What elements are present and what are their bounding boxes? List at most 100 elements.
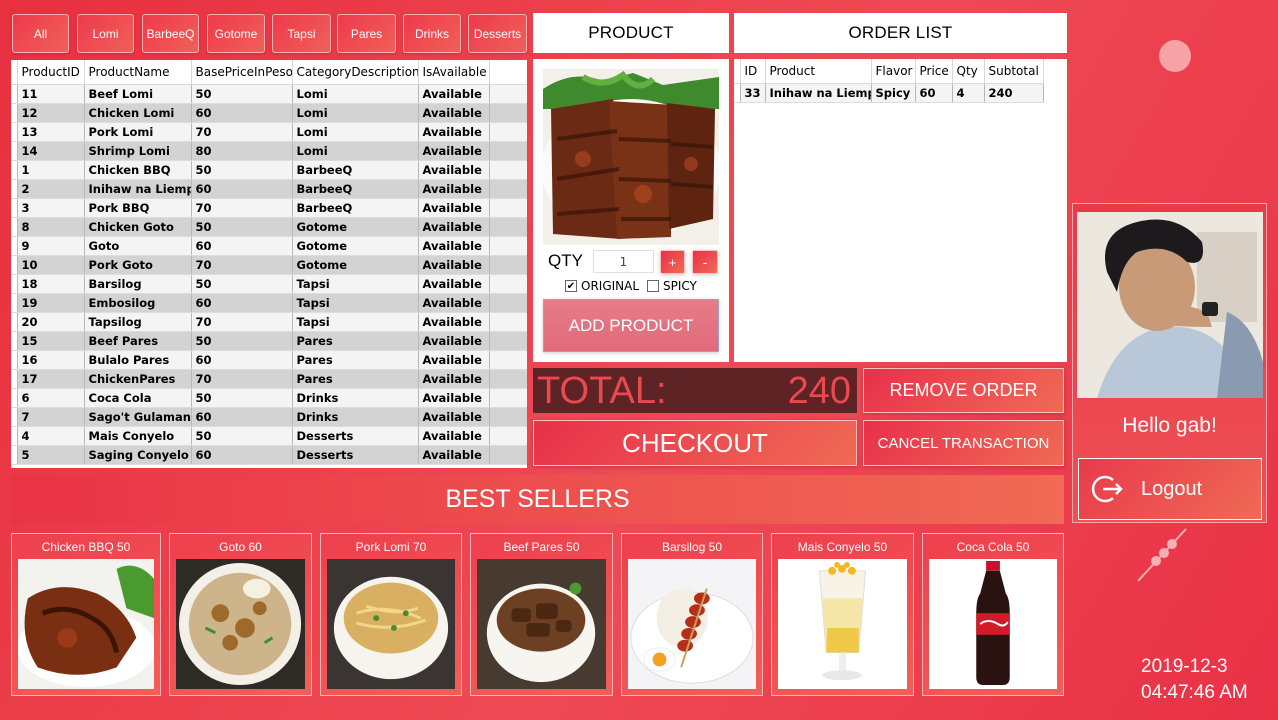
table-cell: Available xyxy=(418,274,490,294)
table-row[interactable]: 9 Goto 60 Gotome Available xyxy=(11,236,527,256)
column-header[interactable]: Flavor xyxy=(871,59,916,84)
original-checkbox[interactable]: ✔ xyxy=(565,280,577,292)
column-header[interactable]: CategoryDescription xyxy=(292,60,419,85)
filler-cell xyxy=(489,141,527,161)
best-seller-barsilog[interactable]: Barsilog 50 xyxy=(621,533,763,696)
table-row[interactable]: 1 Chicken BBQ 50 BarbeeQ Available xyxy=(11,160,527,180)
qty-increase-button[interactable]: + xyxy=(660,250,685,274)
table-row[interactable]: 11 Beef Lomi 50 Lomi Available xyxy=(11,84,527,104)
category-desserts-button[interactable]: Desserts xyxy=(468,14,527,53)
original-option[interactable]: ✔ ORIGINAL xyxy=(565,279,639,293)
table-row[interactable]: 2Inihaw na Liempo60BarbeeQAvailable xyxy=(11,179,527,199)
table-cell: Available xyxy=(418,179,490,199)
category-gotome-button[interactable]: Gotome xyxy=(207,14,265,53)
table-cell: 80 xyxy=(191,141,293,161)
order-list-header: ORDER LIST xyxy=(734,13,1067,53)
table-row[interactable]: 3 Pork BBQ 70 BarbeeQ Available xyxy=(11,198,527,218)
order-row[interactable]: 33Inihaw na LiempoSpicy604240 xyxy=(734,83,1044,103)
remove-order-button[interactable]: REMOVE ORDER xyxy=(863,368,1064,413)
category-pares-button[interactable]: Pares xyxy=(337,14,396,53)
best-seller-coca-cola[interactable]: Coca Cola 50 xyxy=(922,533,1064,696)
column-header[interactable]: ID xyxy=(740,59,766,84)
table-row[interactable]: 6 Coca Cola 50 Drinks Available xyxy=(11,388,527,408)
decorative-circle-icon xyxy=(1159,40,1191,72)
table-cell: 50 xyxy=(191,331,293,351)
column-header[interactable]: Subtotal xyxy=(984,59,1044,84)
add-product-button[interactable]: ADD PRODUCT xyxy=(543,299,719,352)
category-lomi-button[interactable]: Lomi xyxy=(77,14,134,53)
table-cell: Coca Cola xyxy=(84,388,192,408)
table-cell: 60 xyxy=(191,103,293,123)
table-row[interactable]: 20 Tapsilog 70 Tapsi Available xyxy=(11,312,527,332)
column-header[interactable]: ProductName xyxy=(84,60,192,85)
selected-product-image xyxy=(543,69,719,245)
table-row[interactable]: 5 Saging Conyelo 60 Desserts Available xyxy=(11,445,527,465)
table-cell: Gotome xyxy=(292,236,419,256)
table-cell: 60 xyxy=(191,293,293,313)
table-cell: BarbeeQ xyxy=(292,160,419,180)
table-cell: 50 xyxy=(191,274,293,294)
spicy-checkbox[interactable] xyxy=(647,280,659,292)
product-grid[interactable]: ProductID ProductName BasePriceInPeso Ca… xyxy=(11,60,527,468)
checkout-button[interactable]: CHECKOUT xyxy=(533,420,857,466)
table-row[interactable]: 16 Bulalo Pares 60 Pares Available xyxy=(11,350,527,370)
column-header[interactable]: IsAvailable xyxy=(418,60,490,85)
greeting-label: Hello gab! xyxy=(1122,414,1217,437)
spicy-option[interactable]: SPICY xyxy=(647,279,697,293)
qty-decrease-button[interactable]: - xyxy=(692,250,718,274)
column-header[interactable]: BasePriceInPeso xyxy=(191,60,293,85)
order-grid[interactable]: ID Product Flavor Price Qty Subtotal 33 I… xyxy=(734,59,1067,362)
table-cell: 12 xyxy=(17,103,85,123)
table-row[interactable]: 17 ChickenPares 70 Pares Available xyxy=(11,369,527,389)
table-row[interactable]: 19 Embosilog 60 Tapsi Available xyxy=(11,293,527,313)
best-seller-chicken-bbq[interactable]: Chicken BBQ 50 xyxy=(11,533,161,696)
logout-button[interactable]: Logout xyxy=(1078,458,1262,520)
table-cell: 240 xyxy=(984,83,1044,103)
best-seller-beef-pares[interactable]: Beef Pares 50 xyxy=(470,533,613,696)
table-row[interactable]: 14 Shrimp Lomi 80 Lomi Available xyxy=(11,141,527,161)
best-seller-label: Barsilog 50 xyxy=(661,540,723,554)
filler-cell xyxy=(489,407,527,427)
category-all-button[interactable]: All xyxy=(12,14,69,53)
category-drinks-button[interactable]: Drinks xyxy=(403,14,461,53)
best-seller-pork-lomi[interactable]: Pork Lomi 70 xyxy=(320,533,462,696)
table-row[interactable]: 18 Barsilog 50 Tapsi Available xyxy=(11,274,527,294)
table-row[interactable]: 10 Pork Goto 70 Gotome Available xyxy=(11,255,527,275)
table-cell: 60 xyxy=(191,350,293,370)
table-row[interactable]: 15 Beef Pares 50 Pares Available xyxy=(11,331,527,351)
category-tapsi-button[interactable]: Tapsi xyxy=(272,14,331,53)
avatar xyxy=(1077,212,1263,398)
table-cell: 60 xyxy=(915,83,953,103)
table-cell: 10 xyxy=(17,255,85,275)
table-row[interactable]: 4 Mais Conyelo 50 Desserts Available xyxy=(11,426,527,446)
best-seller-mais-conyelo[interactable]: Mais Conyelo 50 xyxy=(771,533,914,696)
best-seller-label: Coca Cola 50 xyxy=(956,540,1030,554)
table-cell: Available xyxy=(418,293,490,313)
table-cell: 5 xyxy=(17,445,85,465)
table-row[interactable]: 7 Sago't Gulaman 60 Drinks Available xyxy=(11,407,527,427)
table-row[interactable]: 8 Chicken Goto 50 Gotome Available xyxy=(11,217,527,237)
table-row[interactable]: 12 Chicken Lomi 60 Lomi Available xyxy=(11,103,527,123)
table-cell: 50 xyxy=(191,160,293,180)
table-cell: 14 xyxy=(17,141,85,161)
table-cell: Tapsi xyxy=(292,293,419,313)
table-cell: Barsilog xyxy=(84,274,192,294)
table-cell: Available xyxy=(418,350,490,370)
table-cell: Beef Lomi xyxy=(84,84,192,104)
chicken-bbq-photo xyxy=(18,559,154,689)
table-cell: 50 xyxy=(191,388,293,408)
table-cell: 11 xyxy=(17,84,85,104)
table-cell: 60 xyxy=(191,236,293,256)
table-row[interactable]: 13 Pork Lomi 70 Lomi Available xyxy=(11,122,527,142)
best-seller-goto[interactable]: Goto 60 xyxy=(169,533,312,696)
cancel-transaction-button[interactable]: CANCEL TRANSACTION xyxy=(863,420,1064,466)
table-cell: Pares xyxy=(292,350,419,370)
table-cell: Available xyxy=(418,445,490,465)
column-header[interactable]: Qty xyxy=(952,59,985,84)
column-header[interactable]: ProductID xyxy=(17,60,85,85)
category-barbeeq-button[interactable]: BarbeeQ xyxy=(142,14,199,53)
column-header[interactable]: Price xyxy=(915,59,953,84)
qty-input[interactable] xyxy=(593,250,654,273)
pork-lomi-photo xyxy=(327,559,455,689)
column-header[interactable]: Product xyxy=(765,59,872,84)
